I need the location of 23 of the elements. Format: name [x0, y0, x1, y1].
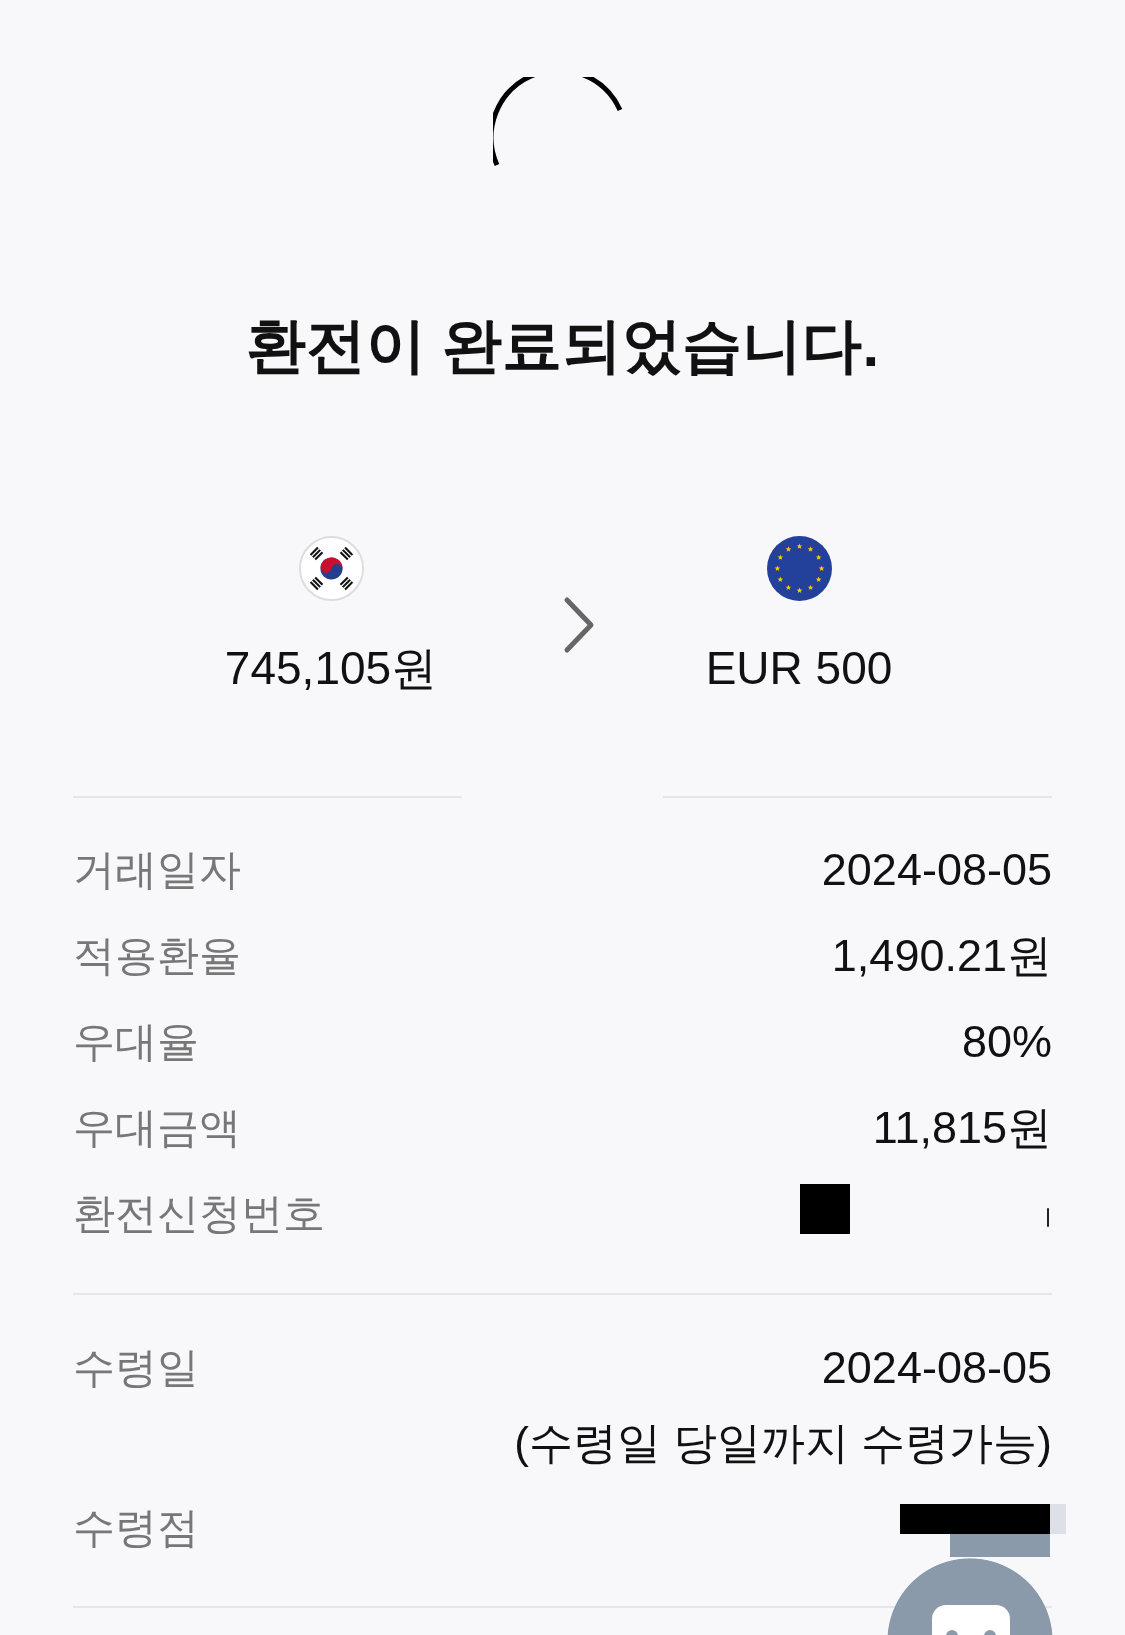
loading-spinner-icon — [492, 77, 623, 169]
detail-label: 적용환율 — [73, 931, 241, 981]
eu-flag-icon — [766, 536, 832, 601]
text-fragment-mark — [1047, 1208, 1049, 1227]
detail-value: 2024-08-05 — [821, 1341, 1052, 1395]
detail-note: (수령일 당일까지 수령가능) — [514, 1417, 1052, 1469]
detail-label: 우대금액 — [73, 1103, 241, 1153]
currency-amount: 745,105원 — [224, 641, 438, 696]
currency-amount: EUR 500 — [705, 641, 893, 696]
korean-flag-icon — [298, 536, 364, 601]
detail-label: 거래일자 — [73, 845, 241, 895]
detail-label: 우대율 — [73, 1017, 199, 1067]
detail-value: 2024-08-05 — [821, 843, 1052, 897]
chevron-right-icon — [562, 596, 596, 654]
redaction-block — [800, 1184, 850, 1234]
detail-label: 환전신청번호 — [73, 1189, 325, 1239]
detail-value: 11,815원 — [872, 1101, 1052, 1155]
completion-title: 환전이 완료되었습니다. — [244, 311, 881, 381]
detail-label: 수령일 — [73, 1343, 199, 1393]
detail-value: 1,490.21원 — [831, 929, 1052, 983]
detail-value: 80% — [961, 1015, 1052, 1069]
robot-face-icon — [932, 1605, 1010, 1635]
detail-label: 수령점 — [73, 1503, 199, 1553]
